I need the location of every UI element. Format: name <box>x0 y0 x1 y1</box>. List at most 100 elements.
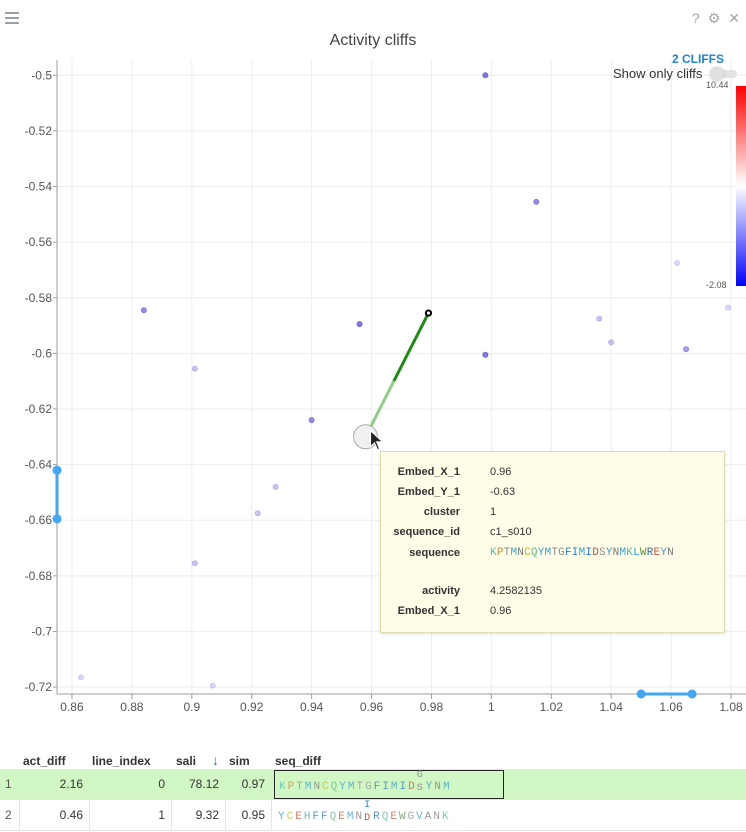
tooltip-sequence-value: KPTMNCQYMTGFIMIDSYNMKLWREYN <box>490 547 674 559</box>
sort-arrow-icon[interactable]: ↓ <box>212 752 219 768</box>
row-number: 2 <box>0 800 20 831</box>
y-tick-label: -0.54 <box>25 180 53 194</box>
tooltip-key: sequence <box>409 547 460 559</box>
x-tick-label: 1.08 <box>719 700 743 714</box>
y-tick-label: -0.56 <box>25 235 53 249</box>
cell-sim[interactable]: 0.97 <box>226 769 272 800</box>
tooltip-row: activity 4.2582135 <box>381 585 726 601</box>
y-range-handle-top <box>52 465 62 475</box>
data-point <box>725 304 732 311</box>
tooltip-value: 0.96 <box>490 605 512 617</box>
tooltip-row: sequence_id c1_s010 <box>381 526 726 542</box>
data-point <box>683 346 690 353</box>
y-tick-label: -0.72 <box>25 680 53 694</box>
tooltip-value: 1 <box>490 506 497 518</box>
column-header-line-index[interactable]: line_index <box>92 754 151 768</box>
cell-seq-diff[interactable]: YCEHFFQEMN I D RQEWGVANK <box>274 800 504 830</box>
tooltip-row: Embed_X_1 0.96 <box>381 466 726 482</box>
show-only-cliffs-label: Show only cliffs <box>613 66 703 81</box>
toggle-knob[interactable] <box>710 67 724 81</box>
row-number: 1 <box>0 769 20 800</box>
x-range-handle-right <box>687 689 697 699</box>
seq-diff-text: KPTMNCQYMTGFIMID G S YNM <box>279 770 452 794</box>
y-range-handle-bottom <box>52 514 62 524</box>
data-point <box>272 483 279 490</box>
highlighted-point <box>424 309 433 317</box>
y-tick-label: -0.5 <box>31 68 52 82</box>
cell-line-index[interactable]: 0 <box>90 769 172 800</box>
tooltip-value: c1_s010 <box>490 526 532 538</box>
tooltip-value: -0.63 <box>490 486 516 498</box>
data-point <box>308 417 315 424</box>
y-tick-label: -0.6 <box>31 346 52 360</box>
cliffs-count-link[interactable]: 2 CLIFFS <box>672 52 724 66</box>
y-tick-label: -0.58 <box>25 291 53 305</box>
cell-sali[interactable]: 78.12 <box>172 769 226 800</box>
cell-sim[interactable]: 0.95 <box>226 800 272 831</box>
data-point <box>209 682 216 689</box>
tooltip-row: Embed_X_1 0.96 <box>381 605 726 621</box>
data-point <box>608 339 615 346</box>
tooltip-row: cluster 1 <box>381 506 726 522</box>
data-point <box>356 321 363 328</box>
data-point <box>254 510 261 517</box>
tooltip-key: Embed_X_1 <box>397 605 460 617</box>
y-tick-label: -0.64 <box>25 458 53 472</box>
data-point <box>596 315 603 322</box>
x-range-handle-left <box>636 689 646 699</box>
data-point <box>191 365 198 372</box>
x-tick-label: 0.98 <box>420 700 444 714</box>
y-tick-label: -0.68 <box>25 569 53 583</box>
column-header-sim[interactable]: sim <box>229 754 250 768</box>
point-tooltip: Embed_X_1 0.96 Embed_Y_1 -0.63 cluster 1… <box>380 451 725 633</box>
x-tick-label: 0.94 <box>300 700 324 714</box>
tooltip-key: activity <box>422 585 460 597</box>
data-point <box>533 198 540 205</box>
x-tick-label: 1.06 <box>659 700 683 714</box>
x-tick-label: 1.02 <box>540 700 564 714</box>
seq-diff-mutation: ID <box>364 800 373 824</box>
tooltip-key: Embed_X_1 <box>397 466 460 478</box>
table-row[interactable]: 2 0.46 1 9.32 0.95 YCEHFFQEMN I D RQEWGVANK <box>0 800 746 831</box>
x-tick-label: 0.88 <box>120 700 144 714</box>
tooltip-key: sequence_id <box>393 526 460 538</box>
tooltip-row: sequence KPTMNCQYMTGFIMIDSYNMKLWREYN <box>381 547 726 563</box>
x-tick-label: 0.92 <box>240 700 264 714</box>
y-tick-label: -0.7 <box>31 624 52 638</box>
x-tick-label: 0.9 <box>183 700 200 714</box>
cell-seq-diff[interactable]: KPTMNCQYMTGFIMID G S YNM <box>274 770 504 799</box>
cell-act-diff[interactable]: 2.16 <box>20 769 90 800</box>
cliffs-grid: act_diff line_index sali ↓ sim seq_diff … <box>0 750 746 832</box>
seq-diff-mutation: GS <box>416 770 425 794</box>
column-header-sali[interactable]: sali <box>176 754 196 768</box>
tooltip-value: 0.96 <box>490 466 512 478</box>
color-legend-bar <box>736 86 746 286</box>
table-row[interactable]: 1 2.16 0 78.12 0.97 KPTMNCQYMTGFIMID G S YN… <box>0 769 746 800</box>
cell-act-diff[interactable]: 0.46 <box>20 800 90 831</box>
tooltip-key: cluster <box>423 506 460 518</box>
data-point <box>77 674 84 681</box>
color-legend-min: -2.08 <box>706 280 727 290</box>
x-tick-label: 1.04 <box>600 700 624 714</box>
show-only-cliffs-toggle[interactable] <box>710 67 737 81</box>
y-tick-label: -0.62 <box>25 402 53 416</box>
tooltip-value: 4.2582135 <box>490 585 542 597</box>
seq-diff-text: YCEHFFQEMN I D RQEWGVANK <box>278 800 451 824</box>
data-point <box>482 72 489 79</box>
column-header-seq-diff[interactable]: seq_diff <box>275 754 321 768</box>
x-tick-label: 0.96 <box>360 700 384 714</box>
x-tick-label: 1 <box>488 700 495 714</box>
column-header-act-diff[interactable]: act_diff <box>23 754 66 768</box>
cell-line-index[interactable]: 1 <box>90 800 172 831</box>
tooltip-row: Embed_Y_1 -0.63 <box>381 486 726 502</box>
data-point <box>140 307 147 314</box>
data-point <box>674 259 681 266</box>
y-tick-label: -0.66 <box>25 513 53 527</box>
data-point <box>191 560 198 567</box>
data-point <box>482 351 489 358</box>
x-tick-label: 0.86 <box>60 700 84 714</box>
cell-sali[interactable]: 9.32 <box>172 800 226 831</box>
y-tick-label: -0.52 <box>25 124 53 138</box>
cliff-line <box>392 312 430 382</box>
tooltip-key: Embed_Y_1 <box>397 486 460 498</box>
